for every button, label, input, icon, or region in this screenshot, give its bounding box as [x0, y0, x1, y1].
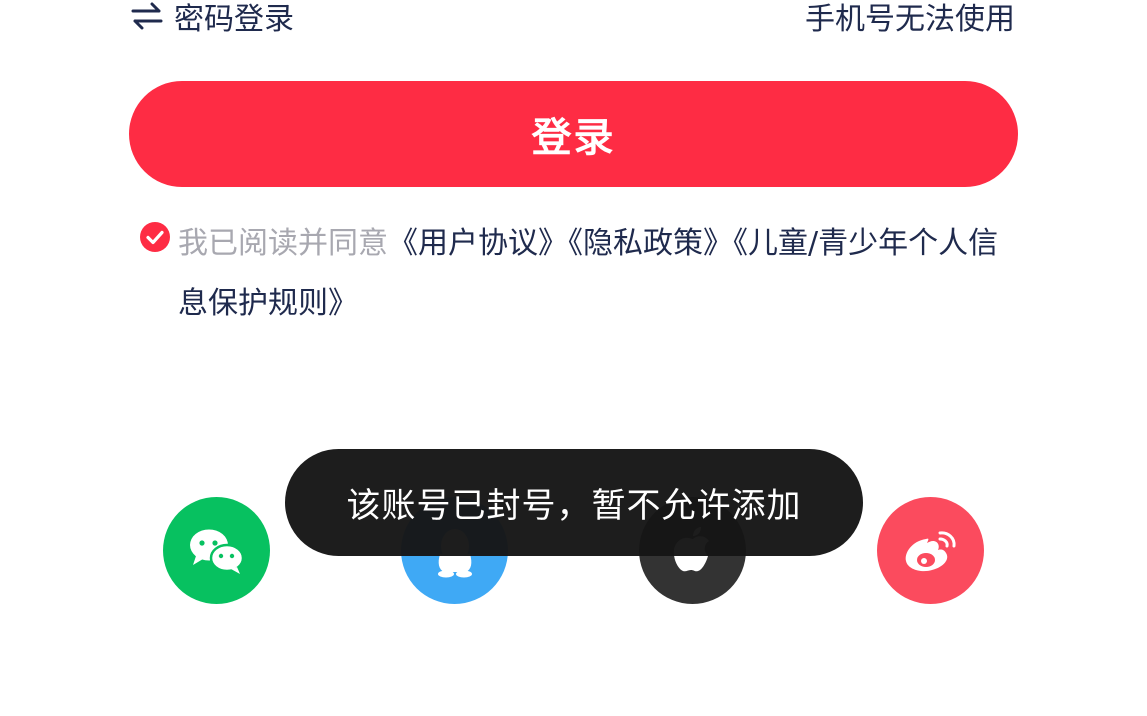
- weibo-icon: [905, 530, 956, 571]
- swap-arrows-icon: [131, 2, 163, 30]
- password-login-label: 密码登录: [174, 2, 294, 37]
- weibo-login-button[interactable]: [877, 497, 984, 604]
- privacy-policy-link[interactable]: 《隐私政策》: [568, 226, 733, 261]
- user-agreement-link[interactable]: 《用户协议》: [388, 226, 568, 261]
- wechat-icon: [189, 529, 244, 574]
- agreement-prefix: 我已阅读并同意: [178, 226, 388, 261]
- agreement-checkbox[interactable]: [140, 222, 170, 252]
- wechat-login-button[interactable]: [163, 497, 270, 604]
- password-login-link[interactable]: 密码登录: [130, 0, 294, 38]
- login-button[interactable]: 登录: [129, 81, 1018, 187]
- check-icon: [146, 230, 164, 245]
- toast-message: 该账号已封号，暂不允许添加: [285, 449, 863, 556]
- phone-unusable-link[interactable]: 手机号无法使用: [805, 0, 1015, 38]
- agreement-text: 我已阅读并同意《用户协议》《隐私政策》《儿童/青少年个人信息保护规则》: [178, 214, 1020, 334]
- login-screen: 密码登录 手机号无法使用 登录 我已阅读并同意《用户协议》《隐私政策》《儿童/青…: [0, 0, 1147, 716]
- agreement-row: 我已阅读并同意《用户协议》《隐私政策》《儿童/青少年个人信息保护规则》: [140, 214, 1020, 334]
